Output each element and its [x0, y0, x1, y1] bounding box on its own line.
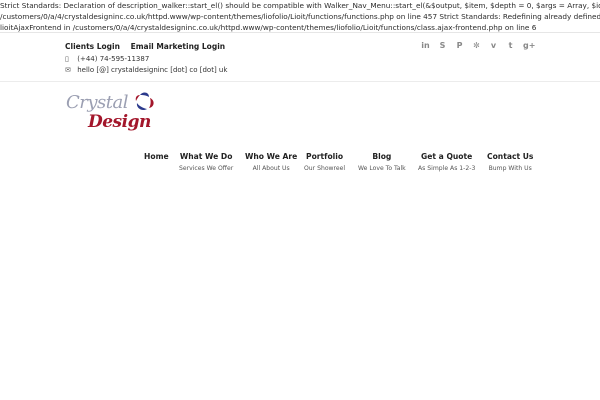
social-links: in S P ✼ v t g+: [421, 41, 535, 50]
top-bar: Clients Login Email Marketing Login ▯ (+…: [0, 32, 600, 82]
vimeo-icon[interactable]: v: [489, 41, 498, 50]
envelope-icon: ✉: [65, 66, 71, 74]
nav-label: Home: [144, 152, 169, 161]
nav-item-contact-us[interactable]: Contact Us Bump With Us: [487, 152, 533, 172]
dribbble-icon[interactable]: ✼: [472, 41, 481, 50]
logo-text-design: Design: [88, 112, 151, 132]
nav-sublabel: All About Us: [252, 165, 290, 172]
email-marketing-login-link[interactable]: Email Marketing Login: [131, 42, 226, 51]
nav-label: Portfolio: [306, 152, 344, 161]
nav-sublabel: We Love To Talk: [358, 165, 406, 172]
warning-line-2: /customers/0/a/4/crystaldesigninc.co.uk/…: [0, 12, 600, 21]
site-logo[interactable]: Crystal Design: [66, 92, 158, 138]
nav-item-get-a-quote[interactable]: Get a Quote As Simple As 1-2-3: [418, 152, 475, 172]
main-navigation: Home What We Do Services We Offer Who We…: [0, 152, 600, 182]
top-links: Clients Login Email Marketing Login: [65, 42, 233, 51]
pinterest-icon[interactable]: P: [455, 41, 464, 50]
phone-icon: ▯: [65, 55, 69, 63]
nav-item-home[interactable]: Home: [144, 152, 169, 165]
google-plus-icon[interactable]: g+: [523, 41, 535, 50]
phone-number: (+44) 74-595-11387: [77, 55, 150, 63]
nav-sublabel: As Simple As 1-2-3: [418, 165, 476, 172]
nav-label: Who We Are: [245, 152, 298, 161]
nav-sublabel: Services We Offer: [179, 165, 234, 172]
linkedin-icon[interactable]: in: [421, 41, 430, 50]
nav-item-who-we-are[interactable]: Who We Are All About Us: [245, 152, 297, 172]
nav-label: Blog: [372, 152, 392, 161]
php-warning-notice: Strict Standards: Declaration of descrip…: [0, 0, 600, 32]
nav-item-portfolio[interactable]: Portfolio Our Showreel: [304, 152, 345, 172]
clients-login-link[interactable]: Clients Login: [65, 42, 120, 51]
logo-text-crystal: Crystal: [66, 92, 129, 113]
warning-line-1: Strict Standards: Declaration of descrip…: [0, 1, 600, 10]
twitter-icon[interactable]: t: [506, 41, 515, 50]
logo-mark-icon: [135, 92, 154, 111]
nav-label: Contact Us: [487, 152, 534, 161]
nav-item-blog[interactable]: Blog We Love To Talk: [358, 152, 406, 172]
nav-label: What We Do: [179, 152, 233, 161]
phone-line: ▯ (+44) 74-595-11387: [65, 55, 149, 63]
email-address: hello [@] crystaldesigninc [dot] co [dot…: [77, 66, 228, 74]
skype-icon[interactable]: S: [438, 41, 447, 50]
nav-sublabel: Our Showreel: [304, 165, 346, 172]
nav-sublabel: Bump With Us: [488, 165, 532, 172]
email-line: ✉ hello [@] crystaldesigninc [dot] co [d…: [65, 66, 227, 74]
nav-item-what-we-do[interactable]: What We Do Services We Offer: [179, 152, 233, 172]
nav-label: Get a Quote: [421, 152, 473, 161]
